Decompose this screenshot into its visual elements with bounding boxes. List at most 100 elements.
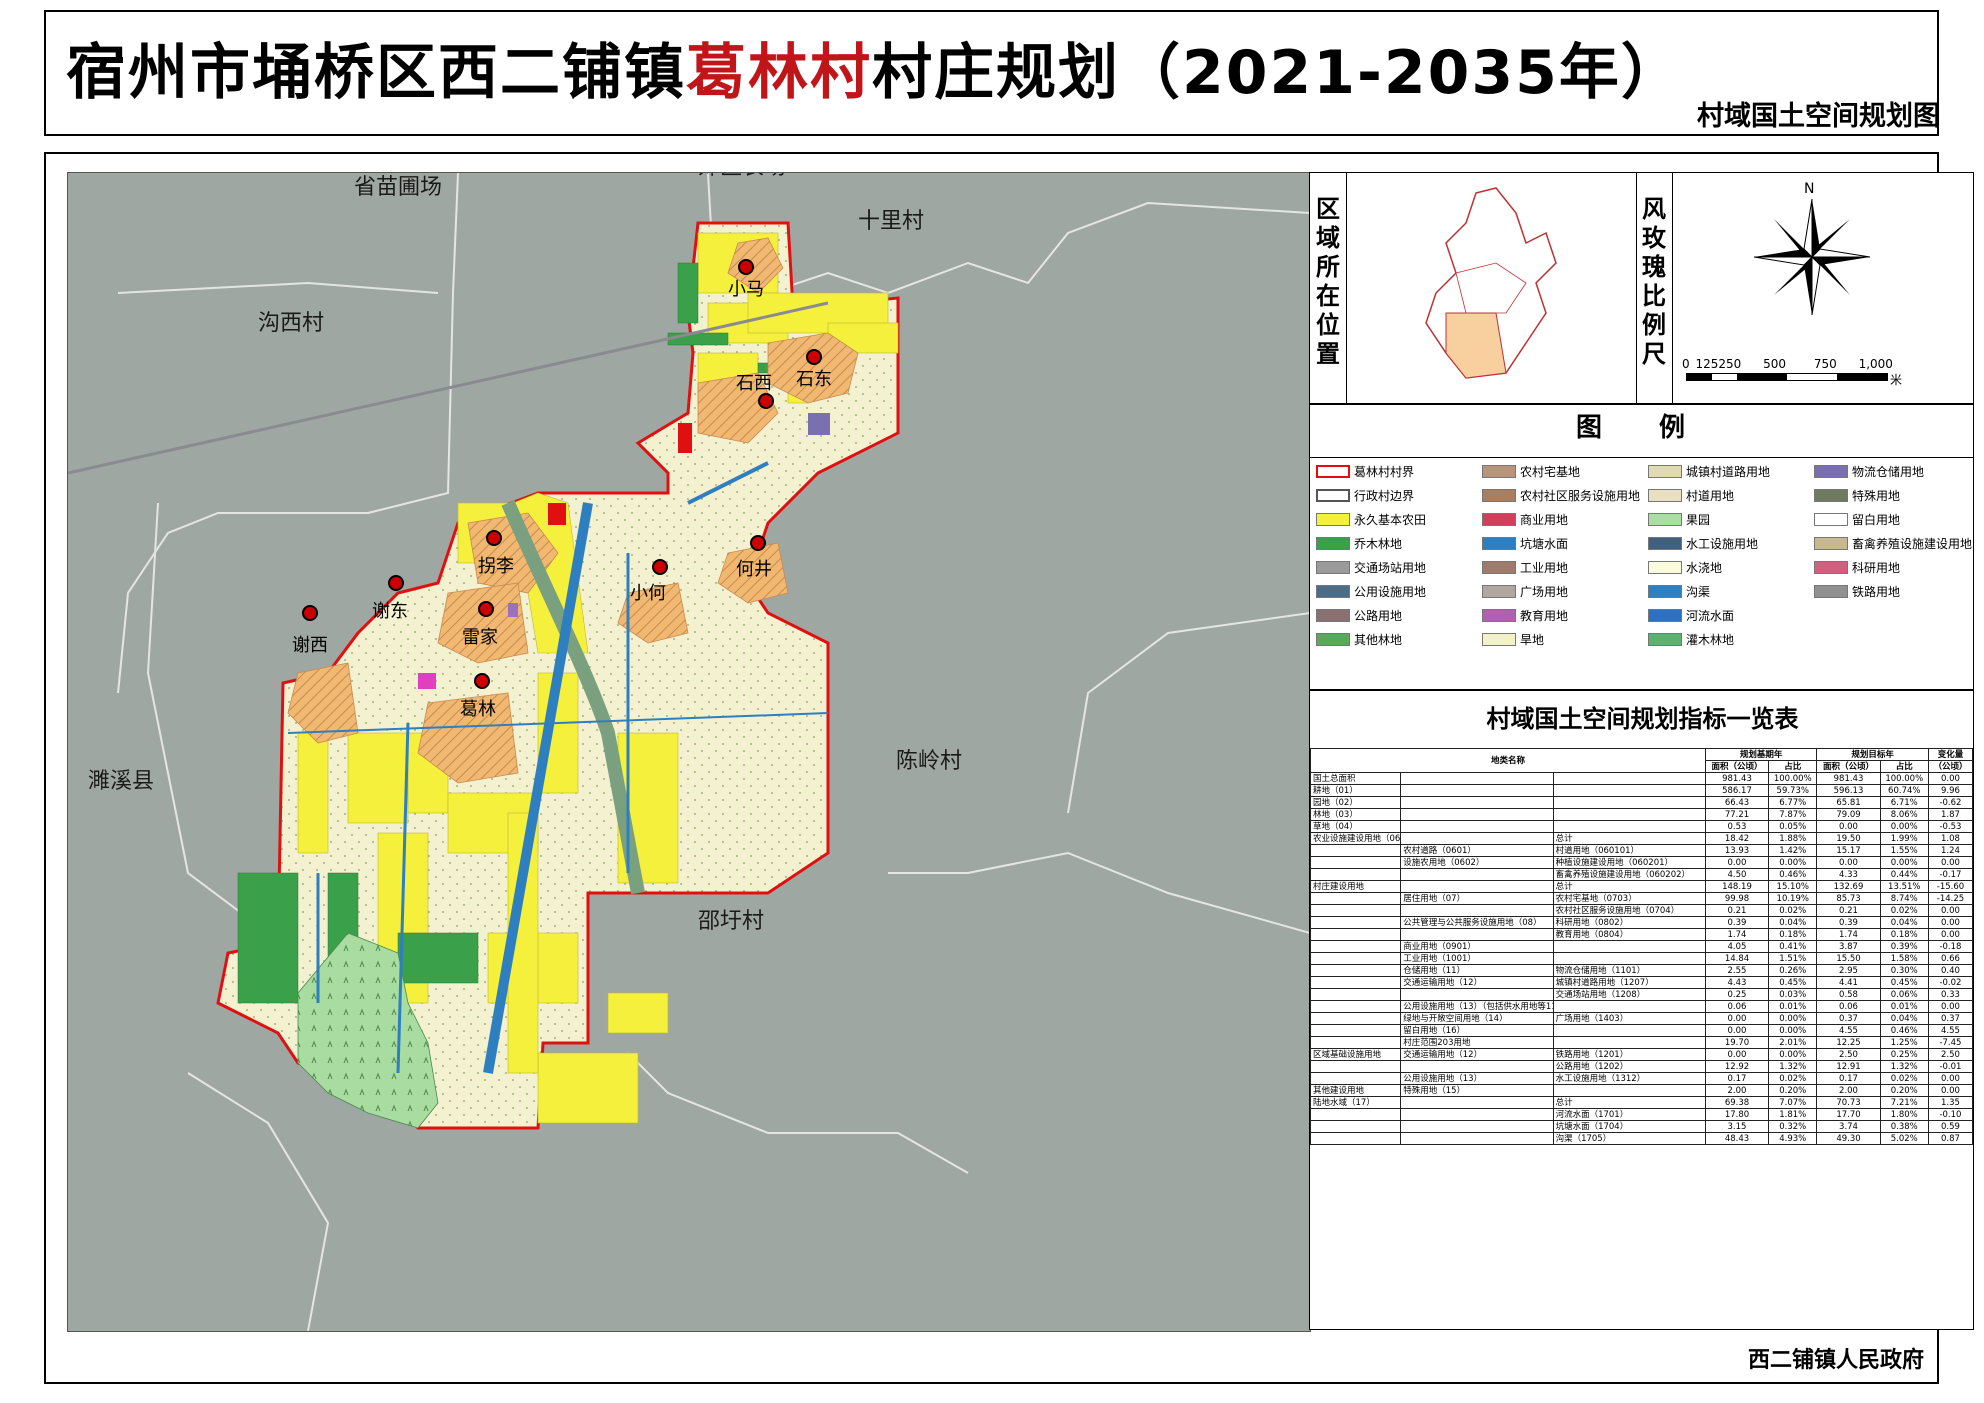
table-header-target: 规划目标年 [1816, 748, 1929, 761]
table-row: 绿地与开敞空间用地（14） 广场用地（1403） 0.00 0.00% 0.37 0.04… [1310, 1012, 1973, 1025]
scale-unit: 米 [1890, 373, 1903, 387]
legend-item: 畜禽养殖设施建设用地 [1814, 535, 1972, 553]
legend-label: 坑塘水面 [1520, 537, 1569, 551]
page-subtitle: 村域国土空间规划图 [1697, 101, 1940, 132]
settlement-marker-xiedong[interactable]: 谢东 [372, 575, 408, 623]
table-cell [1310, 964, 1402, 977]
table-cell: 4.93% [1768, 1132, 1818, 1145]
table-cell: 60.74% [1879, 784, 1929, 797]
scale-title: 风玫瑰比例尺 [1642, 195, 1666, 368]
table-cell: 0.30% [1879, 964, 1929, 977]
table-cell: -0.01 [1927, 1060, 1973, 1073]
table-cell: 农村宅基地（0703） [1552, 892, 1706, 905]
table-cell: 草地（04） [1310, 820, 1402, 833]
legend-swatch [1316, 465, 1350, 478]
settlement-marker-xiaohe[interactable]: 小何 [630, 559, 668, 605]
legend-swatch [1814, 465, 1848, 478]
table-cell: 商业用地（0901） [1400, 940, 1554, 953]
table-subheader: 面积（公顷） [1704, 760, 1770, 773]
map-canvas [68, 173, 1310, 1331]
legend-item: 公路用地 [1316, 607, 1402, 625]
settlement-marker-shidong[interactable]: 石东 [796, 349, 832, 391]
legend-swatch [1316, 513, 1350, 526]
table-cell: 0.00% [1879, 856, 1929, 869]
table-cell: 12.92 [1704, 1060, 1770, 1073]
table-cell: 0.21 [1704, 904, 1770, 917]
table-cell: 2.01% [1768, 1036, 1818, 1049]
table-cell: 1.35 [1927, 1096, 1973, 1109]
table-cell: 981.43 [1816, 772, 1881, 785]
settlement-marker-xiexi[interactable]: 谢西 [292, 605, 328, 657]
table-row: 农村道路（0601） 村道用地（060101） 13.93 1.42% 15.17 1.5… [1310, 844, 1973, 857]
settlement-label-xiaoma: 小马 [728, 279, 764, 300]
map-label-shili: 十里村 [858, 209, 925, 234]
table-cell: 2.50 [1927, 1048, 1973, 1061]
table-cell: 15.17 [1816, 844, 1881, 857]
table-cell: 1.58% [1879, 952, 1929, 965]
table-cell: 0.87 [1927, 1132, 1973, 1145]
settlement-marker-hejing[interactable]: 何井 [736, 535, 772, 581]
table-row: 村庄建设用地 总计 148.19 15.10% 132.69 13.51% -15.60 [1310, 880, 1973, 893]
table-cell: 0.33 [1927, 988, 1973, 1001]
legend-label: 河流水面 [1686, 609, 1735, 623]
legend-label: 铁路用地 [1852, 585, 1901, 599]
table-cell: 1.88% [1768, 832, 1818, 845]
table-cell: 0.18% [1768, 928, 1818, 941]
table-cell: 0.00% [1768, 1012, 1818, 1025]
table-cell [1400, 904, 1554, 917]
legend-swatch [1482, 561, 1516, 574]
table-cell [1400, 1096, 1554, 1109]
settlement-marker-leijia[interactable]: 雷家 [462, 601, 498, 649]
table-cell: 2.50 [1816, 1048, 1881, 1061]
table-cell: 0.02% [1768, 904, 1818, 917]
table-cell: 0.39% [1879, 940, 1929, 953]
table-cell [1552, 784, 1706, 797]
table-cell: 0.25% [1879, 1048, 1929, 1061]
table-header-base: 规划基期年 [1704, 748, 1818, 761]
legend-label: 葛林村村界 [1354, 465, 1415, 479]
table-cell: 0.01% [1768, 1000, 1818, 1013]
location-inset-map [1425, 187, 1557, 379]
legend-label: 交通场站用地 [1354, 561, 1427, 575]
table-cell: 12.91 [1816, 1060, 1881, 1073]
table-cell [1310, 844, 1402, 857]
table-cell: -0.53 [1927, 820, 1973, 833]
table-cell [1310, 1012, 1402, 1025]
table-cell [1310, 1060, 1402, 1073]
table-cell: 村庄范围203用地 [1400, 1036, 1554, 1049]
table-row: 交通运输用地（12） 城镇村道路用地（1207） 4.43 0.45% 4.41 0.45… [1310, 976, 1973, 989]
table-cell: 1.80% [1879, 1108, 1929, 1121]
table-row: 区域基础设施用地 交通运输用地（12） 铁路用地（1201） 0.00 0.00% 2.5… [1310, 1048, 1973, 1061]
table-cell: 科研用地（0802） [1552, 916, 1706, 929]
table-cell [1310, 892, 1402, 905]
legend-item: 农村社区服务设施用地 [1482, 487, 1640, 505]
table-cell: 陆地水域（17） [1310, 1096, 1402, 1109]
table-cell: 工业用地（1001） [1400, 952, 1554, 965]
table-cell: 总计 [1552, 1096, 1706, 1109]
settlement-label-hejing: 何井 [736, 559, 772, 580]
table-row: 坑塘水面（1704） 3.15 0.32% 3.74 0.38% 0.59 [1310, 1120, 1973, 1133]
table-cell [1310, 1000, 1402, 1013]
legend-swatch [1648, 633, 1682, 646]
legend-label: 特殊用地 [1852, 489, 1901, 503]
settlement-marker-shixi[interactable]: 石西 [736, 373, 774, 409]
settlement-marker-gelin[interactable]: 葛林 [460, 673, 496, 721]
table-cell: 河流水面（1701） [1552, 1108, 1706, 1121]
table-cell: -0.18 [1927, 940, 1973, 953]
table-cell: 1.99% [1879, 832, 1929, 845]
legend-item: 商业用地 [1482, 511, 1568, 529]
land-use-map[interactable]: 省苗圃场 郊区农场 十里村 沟西村 濉溪县 陈岭村 邵圩村 小马 石西 石东 拐… [67, 172, 1311, 1332]
table-cell: 绿地与开敞空间用地（14） [1400, 1012, 1554, 1025]
table-cell [1400, 1132, 1554, 1145]
table-cell: 4.55 [1927, 1024, 1973, 1037]
settlement-marker-guaili[interactable]: 拐李 [478, 530, 514, 578]
legend-label: 水工设施用地 [1686, 537, 1759, 551]
settlement-marker-xiaoma[interactable]: 小马 [728, 259, 764, 301]
table-cell: 0.32% [1768, 1120, 1818, 1133]
table-cell: 4.55 [1816, 1024, 1881, 1037]
table-cell: 国土总面积 [1310, 772, 1402, 785]
table-cell: 66.43 [1704, 796, 1770, 809]
table-row: 畜禽养殖设施建设用地（060202） 4.50 0.46% 4.33 0.44% -0.1… [1310, 868, 1973, 881]
legend-label: 城镇村道路用地 [1686, 465, 1771, 479]
table-cell [1310, 928, 1402, 941]
